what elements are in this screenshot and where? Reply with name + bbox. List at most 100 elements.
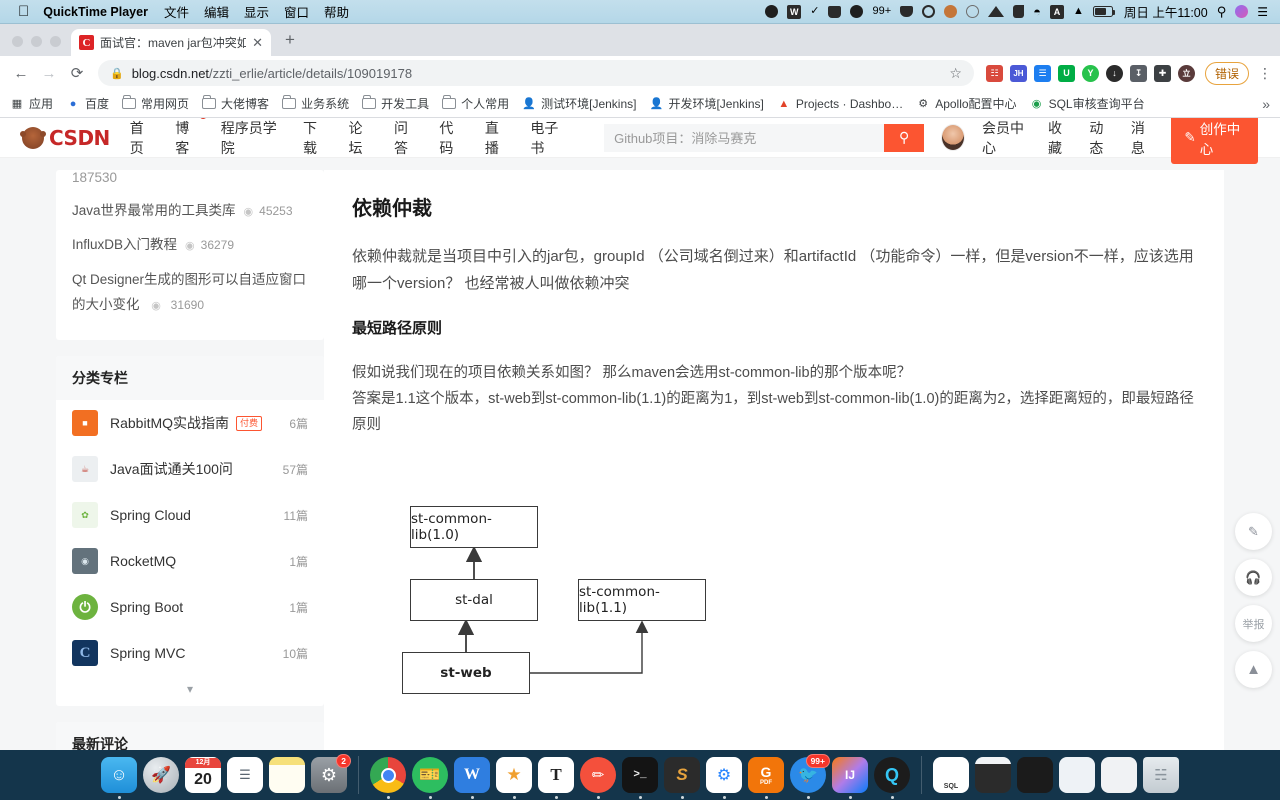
bookmark-folder-common-sites[interactable]: 常用网页 bbox=[122, 95, 189, 112]
bookmark-star-icon[interactable]: ☆ bbox=[949, 65, 962, 82]
jh-extension-icon[interactable]: JH bbox=[1009, 64, 1027, 82]
dock-item-minimized-window-3[interactable] bbox=[1017, 757, 1053, 799]
header-link-membership[interactable]: 会员中心 bbox=[982, 118, 1031, 158]
zoom-window-button[interactable] bbox=[50, 36, 61, 47]
menu-view[interactable]: 显示 bbox=[244, 2, 269, 21]
report-icon[interactable]: 举报 bbox=[1235, 605, 1272, 642]
menu-edit[interactable]: 编辑 bbox=[204, 2, 229, 21]
tampermonkey-icon[interactable]: U bbox=[1057, 64, 1075, 82]
dock-item-minimized-window-4[interactable] bbox=[1059, 757, 1095, 799]
apple-logo-icon[interactable]:  bbox=[18, 4, 29, 19]
bookmarks-overflow-icon[interactable]: » bbox=[1262, 96, 1270, 112]
puzzle-icon[interactable]: ✚ bbox=[1153, 64, 1171, 82]
layers-extension-icon[interactable]: ☰ bbox=[1033, 64, 1051, 82]
y-extension-icon[interactable]: Y bbox=[1081, 64, 1099, 82]
header-link-favorites[interactable]: 收藏 bbox=[1048, 118, 1072, 158]
xmind-icon[interactable]: ★ bbox=[496, 757, 532, 793]
search-input[interactable]: Github项目：消除马赛克 bbox=[604, 123, 885, 152]
dock-item-reminders[interactable]: ☰ bbox=[227, 757, 263, 799]
bookmark-folder-business[interactable]: 业务系统 bbox=[282, 95, 349, 112]
notes-icon[interactable] bbox=[269, 757, 305, 793]
sublime-text-icon[interactable]: S bbox=[664, 757, 700, 793]
bear-icon[interactable] bbox=[944, 5, 958, 18]
dock-item-notes[interactable] bbox=[269, 757, 305, 799]
search-icon[interactable]: ⚲ bbox=[1217, 5, 1227, 18]
siri-icon[interactable] bbox=[1235, 5, 1249, 18]
dock-item-terminal[interactable]: >_ bbox=[622, 757, 658, 799]
dock-item-wps[interactable]: W bbox=[454, 757, 490, 799]
window-traffic-lights[interactable] bbox=[10, 36, 71, 56]
cat-icon[interactable] bbox=[828, 5, 842, 18]
bookmark-apollo[interactable]: ⚙ Apollo配置中心 bbox=[916, 95, 1016, 112]
dock-item-qq[interactable]: 🐦 99+ bbox=[790, 754, 830, 799]
bookmark-folder-devtools[interactable]: 开发工具 bbox=[362, 95, 429, 112]
dock-item-minimized-sql-window[interactable]: SQL bbox=[933, 757, 969, 799]
bookmark-apps[interactable]: ▦ 应用 bbox=[10, 95, 53, 112]
search-button[interactable]: ⚲ bbox=[884, 123, 925, 152]
mountains-icon[interactable] bbox=[988, 6, 1005, 17]
write-article-icon[interactable]: ✎ bbox=[1235, 513, 1272, 550]
sidebar-item-spring-boot[interactable]: ⏻ Spring Boot 1篇 bbox=[56, 584, 324, 630]
close-tab-icon[interactable]: ✕ bbox=[252, 35, 263, 51]
pdf-icon[interactable]: G PDF bbox=[748, 757, 784, 793]
kebab-menu-icon[interactable]: ⋮ bbox=[1258, 65, 1272, 82]
system-preferences-icon[interactable]: ⚙ 2 bbox=[311, 754, 351, 793]
bookmark-folder-personal[interactable]: 个人常用 bbox=[442, 95, 509, 112]
dropbox-icon[interactable] bbox=[850, 5, 864, 18]
new-tab-button[interactable]: + bbox=[285, 30, 295, 56]
dock-item-markdown-editor[interactable]: ✏ bbox=[580, 757, 616, 799]
globe-icon[interactable] bbox=[966, 5, 980, 18]
finder-icon[interactable]: ☺ bbox=[101, 757, 137, 793]
minimize-window-button[interactable] bbox=[31, 36, 42, 47]
dock-item-trash[interactable]: ☵ bbox=[1143, 757, 1179, 799]
download-circle-icon[interactable]: ↓ bbox=[1105, 64, 1123, 82]
evernote-icon[interactable] bbox=[1013, 5, 1025, 18]
evernote-icon[interactable]: 🎫 bbox=[412, 757, 448, 793]
intellij-idea-icon[interactable]: IJ bbox=[832, 757, 868, 793]
site-nav-qa[interactable]: 问答 bbox=[394, 118, 418, 158]
back-to-top-icon[interactable]: ▲ bbox=[1235, 651, 1272, 688]
site-nav-blog[interactable]: 博客 bbox=[175, 118, 208, 158]
user-avatar[interactable] bbox=[941, 124, 965, 151]
sidebar-item-spring-cloud[interactable]: ✿ Spring Cloud 11篇 bbox=[56, 492, 324, 538]
dock-item-textedit[interactable]: T bbox=[538, 757, 574, 799]
sidebar-item-rabbitmq[interactable]: ■ RabbitMQ实战指南 付费 6篇 bbox=[56, 400, 324, 446]
header-link-messages[interactable]: 消息 bbox=[1131, 118, 1155, 158]
bookmark-baidu[interactable]: ● 百度 bbox=[66, 95, 109, 112]
bookmark-sql-platform[interactable]: ◉ SQL审核查询平台 bbox=[1030, 95, 1145, 112]
bookmark-jenkins-dev[interactable]: 👤 开发环境[Jenkins] bbox=[649, 95, 764, 112]
site-nav-academy[interactable]: 程序员学院 bbox=[221, 118, 282, 158]
minimized-window-3-icon[interactable] bbox=[1017, 757, 1053, 793]
dock-item-quicktime-player[interactable]: Q bbox=[874, 757, 910, 799]
dock-item-sublime-text[interactable]: S bbox=[664, 757, 700, 799]
chrome-icon[interactable] bbox=[370, 757, 406, 793]
site-nav-download[interactable]: 下载 bbox=[303, 118, 327, 158]
clock[interactable]: 周日 上午11:00 bbox=[1124, 2, 1208, 21]
sidebar-item-spring-mvc[interactable]: C Spring MVC 10篇 bbox=[56, 630, 324, 676]
site-nav-home[interactable]: 首页 bbox=[130, 118, 154, 158]
wps-icon[interactable]: W bbox=[454, 757, 490, 793]
dock-item-xmind[interactable]: ★ bbox=[496, 757, 532, 799]
menu-window[interactable]: 窗口 bbox=[284, 2, 309, 21]
dock-item-intellij-idea[interactable]: IJ bbox=[832, 757, 868, 799]
org-chart-icon[interactable]: ☷ bbox=[985, 64, 1003, 82]
address-bar[interactable]: 🔒 blog.csdn.net /zzti_erlie/article/deta… bbox=[98, 60, 974, 86]
site-search[interactable]: Github项目：消除马赛克 ⚲ bbox=[604, 123, 925, 152]
save-to-icon[interactable]: ↧ bbox=[1129, 64, 1147, 82]
chevron-down-icon[interactable]: ▾ bbox=[56, 676, 324, 706]
reminders-icon[interactable]: ☰ bbox=[227, 757, 263, 793]
minimized-window-5-icon[interactable] bbox=[1101, 757, 1137, 793]
one-password-icon[interactable] bbox=[765, 5, 779, 18]
word-icon[interactable]: W bbox=[787, 4, 802, 19]
qq-icon[interactable]: 🐦 99+ bbox=[790, 754, 830, 793]
minimized-window-2-icon[interactable] bbox=[975, 757, 1011, 793]
dock-item-minimized-window-5[interactable] bbox=[1101, 757, 1137, 799]
adobe-cc-icon[interactable] bbox=[922, 5, 936, 18]
header-link-activity[interactable]: 动态 bbox=[1089, 118, 1113, 158]
li-an-extension-icon[interactable]: 立 bbox=[1177, 64, 1195, 82]
list-item[interactable]: Qt Designer生成的图形可以自适应窗口的大小变化 ◉ 31690 bbox=[72, 260, 308, 326]
dock-item-pdf[interactable]: G PDF bbox=[748, 757, 784, 799]
menu-help[interactable]: 帮助 bbox=[324, 2, 349, 21]
create-center-button[interactable]: ✎ 创作中心 bbox=[1171, 118, 1258, 164]
reload-icon[interactable]: ⟳ bbox=[64, 60, 90, 86]
